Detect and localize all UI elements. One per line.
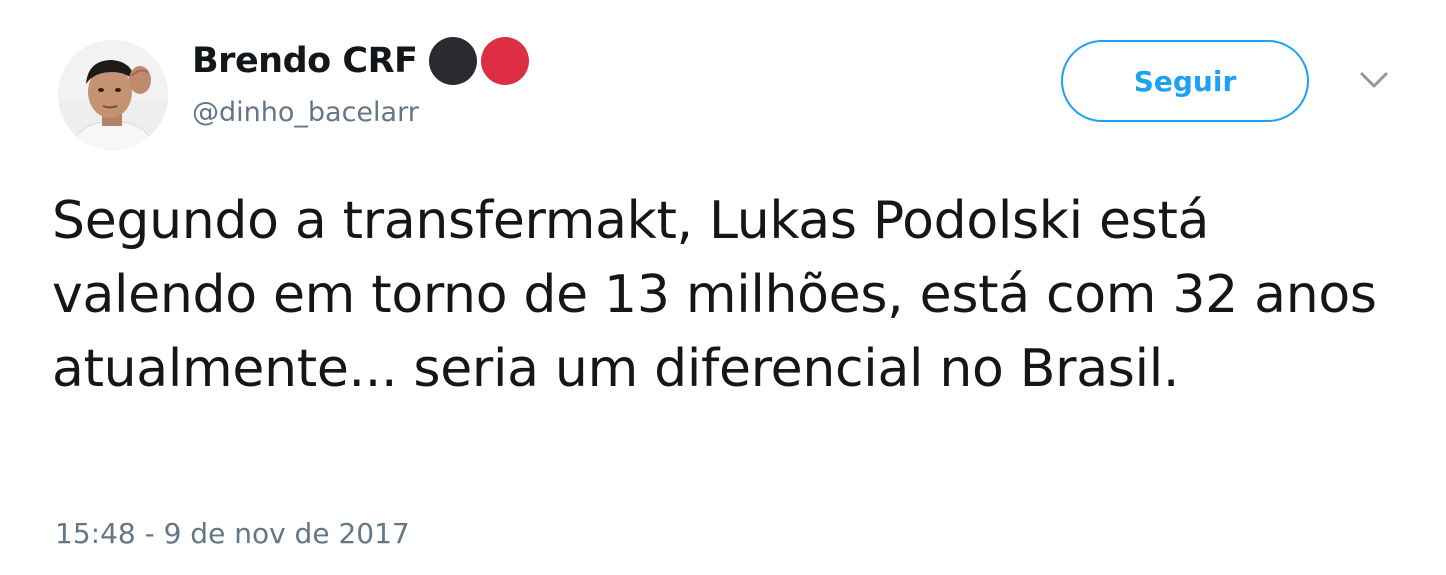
author-display-name[interactable]: Brendo CRF: [192, 41, 418, 81]
emoji-group: [429, 37, 530, 85]
author-name-row[interactable]: Brendo CRF: [192, 37, 530, 85]
tweet-text: Segundo a transfermakt, Lukas Podolski e…: [52, 191, 1377, 399]
follow-button[interactable]: Seguir: [1061, 40, 1309, 122]
tweet-timestamp[interactable]: 15:48 - 9 de nov de 2017: [55, 517, 410, 550]
avatar-photo: [58, 40, 168, 150]
black-circle-emoji-icon: [429, 37, 478, 85]
red-circle-emoji-icon: [481, 37, 530, 85]
chevron-down-icon[interactable]: [1358, 68, 1390, 92]
avatar[interactable]: [58, 40, 168, 150]
author-handle[interactable]: @dinho_bacelarr: [192, 97, 419, 128]
